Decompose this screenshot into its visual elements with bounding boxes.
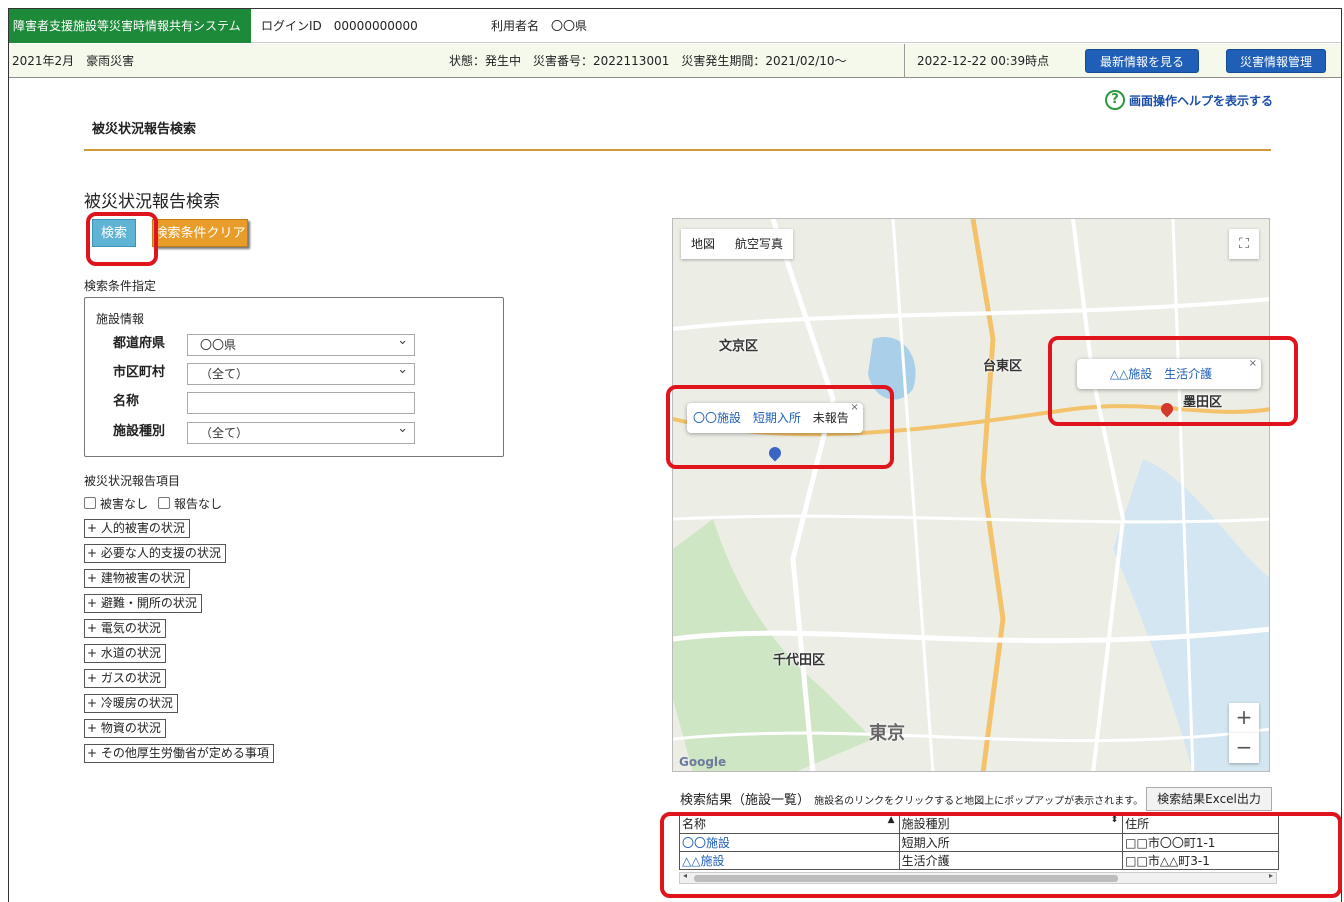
close-icon[interactable]: × [1249, 349, 1257, 379]
map[interactable]: 地図 航空写真 ⛶ 文京区 台東区 墨田区 千代田区 東京 〇〇施設 短期入所 … [672, 218, 1270, 772]
divider [904, 44, 905, 78]
expander-other[interactable]: + その他厚生労働省が定める事項 [84, 744, 274, 763]
facility-type-select[interactable]: （全て） [187, 419, 415, 444]
column-header-address[interactable]: 住所 [1122, 815, 1279, 834]
zoom-in-button[interactable]: + [1229, 703, 1259, 733]
expander-supplies[interactable]: + 物資の状況 [84, 719, 166, 738]
popup-facility-2-name[interactable]: △△施設 [1110, 367, 1152, 381]
excel-export-button[interactable]: 検索結果Excel出力 [1146, 787, 1272, 811]
results-hint: 施設名のリンクをクリックすると地図上にポップアップが表示されます。 [814, 796, 1144, 807]
report-items-label: 被災状況報告項目 [84, 474, 181, 488]
timestamp: 2022-12-22 00:39時点 [917, 54, 1050, 68]
map-label-sumida: 墨田区 [1183, 395, 1223, 410]
report-checkboxes: 被害なし 報告なし [84, 494, 232, 512]
sort-icon: ⬍ [1110, 815, 1119, 826]
map-background [673, 219, 1269, 771]
facility-type-row: 施設種別 （全て） [113, 419, 485, 444]
help-link-text: 画面操作ヘルプを表示する [1129, 93, 1274, 108]
google-logo: Google [679, 755, 727, 769]
user-name: 利用者名 〇〇県 [491, 19, 588, 33]
disaster-bar: 2021年2月 豪雨災害 状態：発生中 災害番号：2022113001 災害発生… [9, 44, 1341, 78]
expander-gas[interactable]: + ガスの状況 [84, 669, 166, 688]
scroll-right-icon[interactable]: ▸ [1269, 871, 1273, 880]
popup-facility-1-status: 未報告 [812, 411, 849, 425]
results-label: 検索結果（施設一覧） 施設名のリンクをクリックすると地図上にポップアップが表示さ… [680, 789, 1143, 808]
conditions-label: 検索条件指定 [84, 279, 157, 293]
expander-evacuation[interactable]: + 避難・開所の状況 [84, 594, 202, 613]
no-damage-label: 被害なし [100, 496, 149, 511]
table-row: △△施設 生活介護 □□市△△町3-1 [679, 850, 1279, 870]
facility-info-label: 施設情報 [96, 312, 145, 326]
table-horizontal-scrollbar[interactable]: ◂ ▸ [679, 871, 1277, 884]
latest-info-button[interactable]: 最新情報を見る [1085, 49, 1199, 73]
top-header: 障害者支援施設等災害時情報共有システム ログインID 00000000000 利… [9, 9, 1341, 43]
app-title: 障害者支援施設等災害時情報共有システム [9, 9, 251, 43]
popup-facility-1-name[interactable]: 〇〇施設 [693, 411, 741, 425]
map-type-tabs: 地図 航空写真 [681, 229, 794, 259]
no-report-checkbox[interactable] [158, 497, 171, 509]
facility-address-cell: □□市△△町3-1 [1122, 850, 1279, 870]
facility-name-link[interactable]: △△施設 [679, 850, 900, 870]
disaster-status: 状態：発生中 災害番号：2022113001 災害発生期間：2021/02/10… [449, 54, 847, 68]
name-row: 名称 [113, 390, 485, 414]
conditions-box: 施設情報 都道府県 〇〇県 市区町村 （全て） 名称 施設種別 （全て） [84, 297, 504, 457]
prefecture-label: 都道府県 [113, 336, 166, 351]
map-label-tokyo: 東京 [869, 723, 905, 744]
scroll-thumb[interactable] [694, 875, 1118, 882]
popup-facility-2: △△施設 生活介護 × [1077, 358, 1261, 389]
map-label-chiyoda: 千代田区 [773, 653, 826, 668]
popup-facility-1-type[interactable]: 短期入所 [753, 411, 801, 425]
expander-human-support[interactable]: + 必要な人的支援の状況 [84, 544, 226, 563]
results-title: 検索結果（施設一覧） [680, 793, 811, 808]
tab-satellite[interactable]: 航空写真 [725, 229, 793, 259]
facility-type-label: 施設種別 [113, 424, 166, 439]
popup-facility-1: 〇〇施設 短期入所 未報告 × [687, 402, 863, 433]
column-header-name[interactable]: 名称 ▲ [679, 815, 900, 834]
close-icon[interactable]: × [850, 393, 858, 423]
question-circle-icon: ? [1105, 90, 1125, 110]
facility-address-cell: □□市〇〇町1-1 [1122, 832, 1279, 852]
fullscreen-icon[interactable]: ⛶ [1229, 229, 1259, 259]
scroll-left-icon[interactable]: ◂ [683, 871, 687, 880]
page-title: 被災状況報告検索 [92, 122, 197, 137]
popup-facility-2-type[interactable]: 生活介護 [1164, 367, 1212, 381]
prefecture-select[interactable]: 〇〇県 [187, 331, 415, 356]
facility-name-link[interactable]: 〇〇施設 [679, 832, 900, 852]
expander-human-damage[interactable]: + 人的被害の状況 [84, 519, 190, 538]
search-button[interactable]: 検索 [92, 219, 136, 247]
city-select[interactable]: （全て） [187, 360, 415, 385]
help-link[interactable]: ? 画面操作ヘルプを表示する [1105, 89, 1273, 111]
results-table: 名称 ▲ 施設種別 ⬍ 住所 〇〇施設 短期入所 □□市〇〇町1-1 △△施設 生活… [679, 815, 1279, 870]
disaster-manage-button[interactable]: 災害情報管理 [1226, 49, 1326, 73]
column-header-type[interactable]: 施設種別 ⬍ [898, 815, 1124, 834]
section-title: 被災状況報告検索 [84, 192, 220, 212]
login-id: ログインID 00000000000 [261, 19, 418, 33]
tab-map[interactable]: 地図 [681, 229, 725, 259]
table-row: 〇〇施設 短期入所 □□市〇〇町1-1 [679, 832, 1279, 852]
facility-type-cell: 生活介護 [898, 850, 1124, 870]
zoom-out-button[interactable]: − [1229, 733, 1259, 763]
no-damage-checkbox[interactable] [84, 497, 96, 509]
name-input[interactable] [187, 392, 415, 414]
facility-type-cell: 短期入所 [898, 832, 1124, 852]
clear-conditions-button[interactable]: 検索条件クリア [152, 219, 248, 247]
prefecture-row: 都道府県 〇〇県 [113, 331, 485, 356]
expander-building-damage[interactable]: + 建物被害の状況 [84, 569, 190, 588]
expander-water[interactable]: + 水道の状況 [84, 644, 166, 663]
table-header-row: 名称 ▲ 施設種別 ⬍ 住所 [679, 815, 1279, 834]
city-row: 市区町村 （全て） [113, 360, 485, 385]
disaster-name: 2021年2月 豪雨災害 [12, 54, 135, 68]
expander-electricity[interactable]: + 電気の状況 [84, 619, 166, 638]
title-divider [84, 149, 1271, 151]
expander-hvac[interactable]: + 冷暖房の状況 [84, 694, 178, 713]
map-label-taito: 台東区 [983, 359, 1023, 374]
name-label: 名称 [113, 394, 140, 409]
map-label-bunkyo: 文京区 [719, 339, 759, 354]
no-report-label: 報告なし [174, 496, 223, 511]
city-label: 市区町村 [113, 365, 166, 380]
sort-asc-icon: ▲ [887, 815, 895, 826]
